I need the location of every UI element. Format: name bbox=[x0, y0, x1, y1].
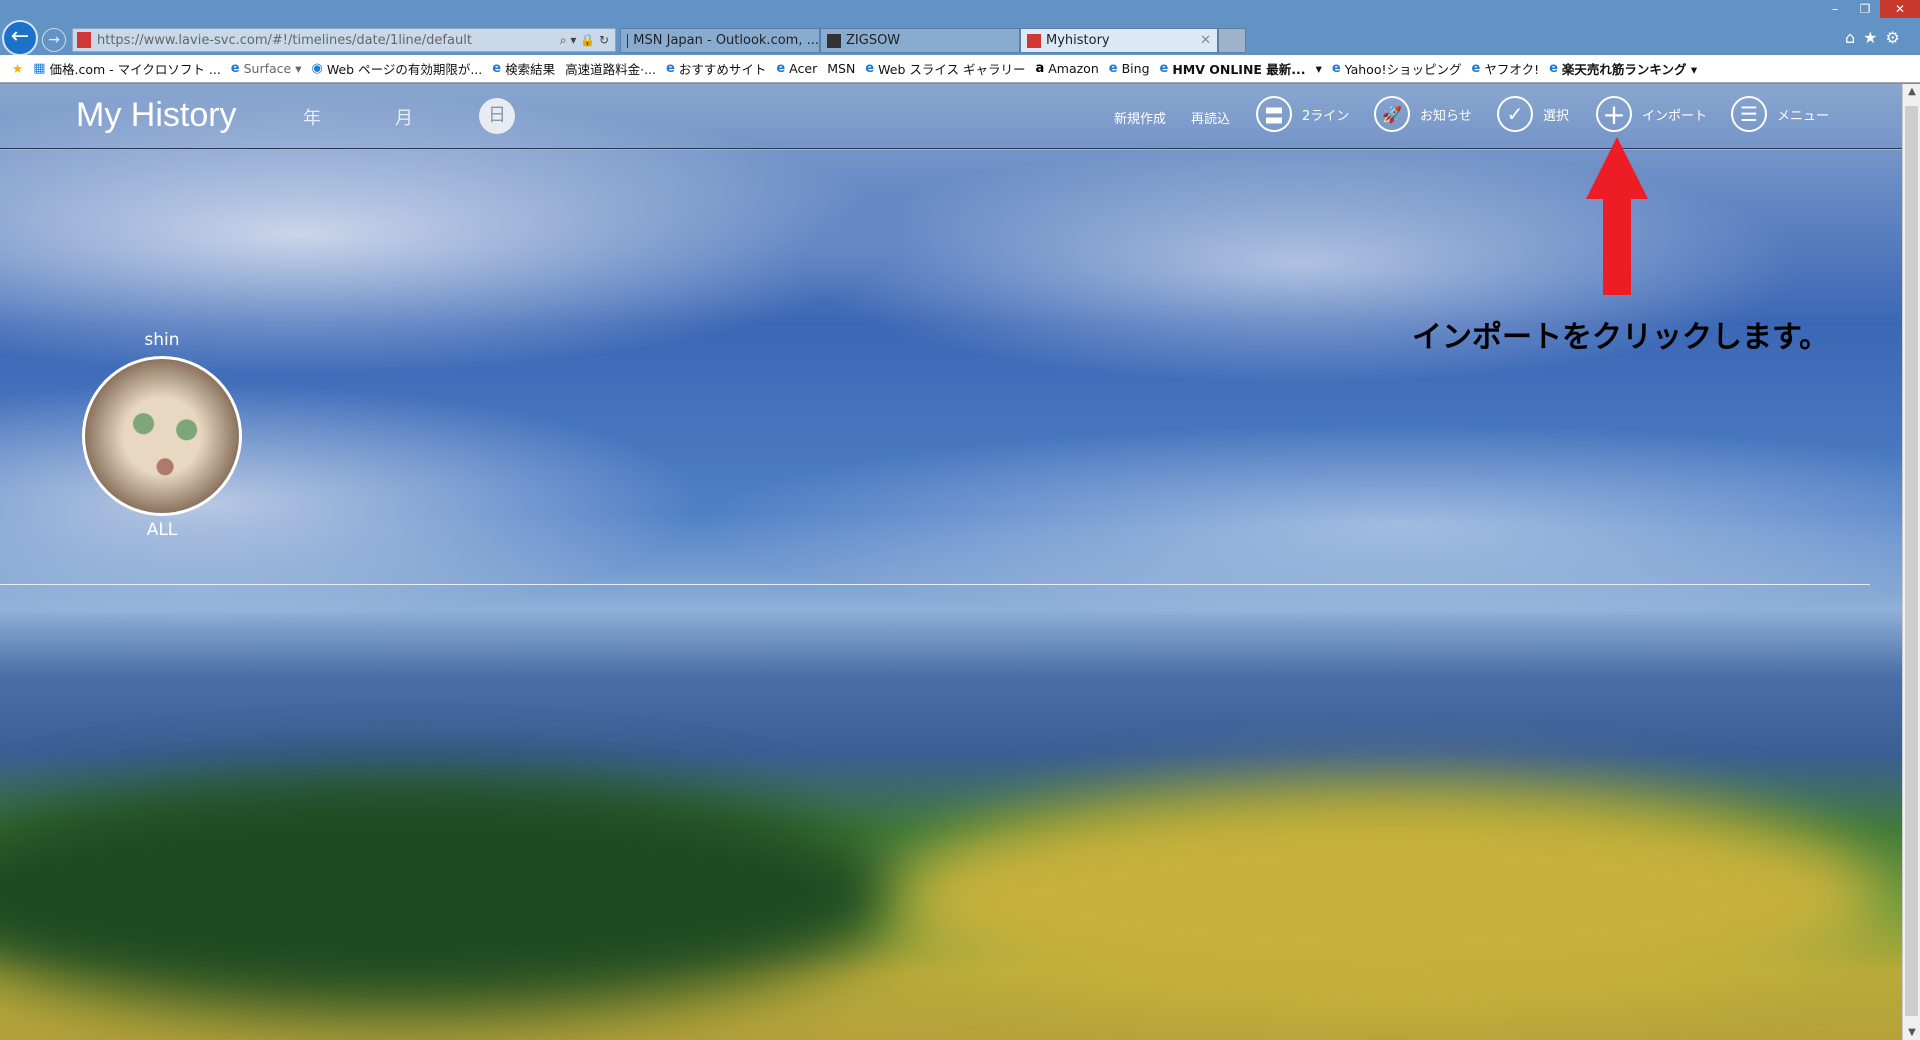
scroll-thumb[interactable] bbox=[1905, 106, 1918, 1016]
reload-button[interactable]: 再読込 bbox=[1191, 108, 1230, 127]
forward-button[interactable]: → bbox=[42, 28, 66, 52]
new-tab-button[interactable] bbox=[1218, 28, 1246, 53]
tab-label: ZIGSOW bbox=[846, 33, 901, 48]
bookmark[interactable]: e 楽天売れ筋ランキング ▾ bbox=[1549, 59, 1697, 78]
menu-label: 2ライン bbox=[1302, 108, 1350, 124]
app-title: My History bbox=[76, 96, 237, 134]
bookmark[interactable]: ◉ Web ページの有効期限が... bbox=[312, 59, 483, 78]
bookmark[interactable]: e ヤフオク! bbox=[1471, 59, 1539, 78]
nav-day[interactable]: 日 bbox=[479, 98, 515, 134]
notifications-button[interactable]: 🚀 お知らせ bbox=[1374, 96, 1472, 132]
myhistory-icon bbox=[1027, 33, 1041, 48]
two-lines-icon: 〓 bbox=[1256, 96, 1292, 132]
scroll-up-icon[interactable]: ▲ bbox=[1903, 86, 1920, 97]
add-favorite-icon[interactable]: ★ bbox=[12, 61, 23, 76]
search-lock-refresh-icons[interactable]: ⌕ ▾ 🔒 ↻ bbox=[560, 33, 615, 48]
nav-month[interactable]: 月 bbox=[395, 104, 413, 130]
msn-icon bbox=[627, 33, 629, 48]
avatar[interactable] bbox=[82, 356, 242, 516]
menu-label: 再読込 bbox=[1191, 112, 1231, 127]
bookmark[interactable]: ▦ 価格.com - マイクロソフト ... bbox=[33, 59, 221, 78]
bookmark[interactable]: 高速道路料金·... bbox=[565, 59, 656, 78]
menu-label: インポート bbox=[1642, 108, 1708, 124]
bookmark[interactable]: e Acer bbox=[776, 61, 817, 76]
nav-year[interactable]: 年 bbox=[303, 104, 321, 130]
menu-label: お知らせ bbox=[1420, 108, 1472, 124]
rocket-icon: 🚀 bbox=[1374, 96, 1410, 132]
select-button[interactable]: ✓ 選択 bbox=[1497, 96, 1569, 132]
bookmark[interactable]: MSN bbox=[827, 61, 855, 76]
bookmark[interactable]: e Bing bbox=[1109, 61, 1150, 76]
tab-myhistory[interactable]: Myhistory ✕ bbox=[1020, 28, 1218, 53]
puzzle-icon bbox=[827, 33, 841, 48]
new-button[interactable]: 新規作成 bbox=[1114, 108, 1166, 127]
home-favorites-tools-icons[interactable]: ⌂★⚙ bbox=[1845, 28, 1908, 47]
url-text: https://www.lavie-svc.com/#!/timelines/d… bbox=[97, 32, 472, 48]
address-bar[interactable]: https://www.lavie-svc.com/#!/timelines/d… bbox=[72, 28, 616, 52]
bookmark[interactable]: e おすすめサイト bbox=[666, 59, 766, 78]
bookmark[interactable]: e HMV ONLINE 最新... bbox=[1160, 59, 1306, 78]
import-button[interactable]: + インポート bbox=[1596, 96, 1707, 132]
scroll-down-icon[interactable]: ▼ bbox=[1903, 1027, 1920, 1038]
back-button[interactable]: ← bbox=[2, 20, 38, 56]
bookmark[interactable]: a Amazon bbox=[1035, 61, 1098, 76]
site-favicon bbox=[77, 32, 91, 48]
close-window-button[interactable]: ✕ bbox=[1880, 0, 1920, 18]
myhistory-page: My History 年 月 日 新規作成 再読込 〓 2ライン 🚀 お知らせ ✓ 選… bbox=[0, 84, 1902, 1040]
minimize-button[interactable]: – bbox=[1820, 0, 1850, 18]
red-arrow-annotation bbox=[1586, 137, 1648, 295]
restore-button[interactable]: ❐ bbox=[1850, 0, 1880, 18]
red-arrow-shape bbox=[1586, 137, 1648, 295]
bookmark[interactable]: e Yahoo!ショッピング bbox=[1332, 59, 1462, 78]
menu-label: 新規作成 bbox=[1114, 112, 1167, 127]
plus-icon: + bbox=[1596, 96, 1632, 132]
two-line-button[interactable]: 〓 2ライン bbox=[1256, 96, 1349, 132]
menu-label: メニュー bbox=[1777, 108, 1830, 124]
tab-zigsow[interactable]: ZIGSOW bbox=[820, 28, 1020, 53]
bookmark[interactable]: e 検索結果 bbox=[492, 59, 555, 78]
menu-label: 選択 bbox=[1543, 108, 1570, 124]
user-card[interactable]: shin ALL bbox=[82, 330, 242, 540]
tab-label: MSN Japan - Outlook.com, ... bbox=[633, 33, 819, 48]
bookmark-overflow[interactable]: ▾ bbox=[1316, 61, 1322, 76]
background-field bbox=[900, 784, 1880, 1014]
menu-button[interactable]: ☰ メニュー bbox=[1731, 96, 1829, 132]
close-tab-icon[interactable]: ✕ bbox=[1200, 33, 1211, 48]
bookmark[interactable]: e Web スライス ギャラリー bbox=[865, 59, 1025, 78]
background-hill bbox=[0, 774, 900, 1014]
tab-msn[interactable]: MSN Japan - Outlook.com, ... bbox=[620, 28, 820, 53]
bookmark[interactable]: e Surface ▾ bbox=[231, 61, 302, 76]
list-icon: ☰ bbox=[1731, 96, 1767, 132]
tab-label: Myhistory bbox=[1046, 33, 1110, 48]
vertical-scrollbar[interactable]: ▲ ▼ bbox=[1902, 84, 1920, 1040]
user-name: shin bbox=[144, 330, 180, 350]
favorites-bar: ★ ▦ 価格.com - マイクロソフト ... e Surface ▾ ◉ Web … bbox=[0, 55, 1920, 83]
user-group: ALL bbox=[146, 520, 178, 540]
annotation-text: インポートをクリックします。 bbox=[1412, 320, 1829, 355]
timeline-divider bbox=[0, 584, 1870, 585]
check-icon: ✓ bbox=[1497, 96, 1533, 132]
